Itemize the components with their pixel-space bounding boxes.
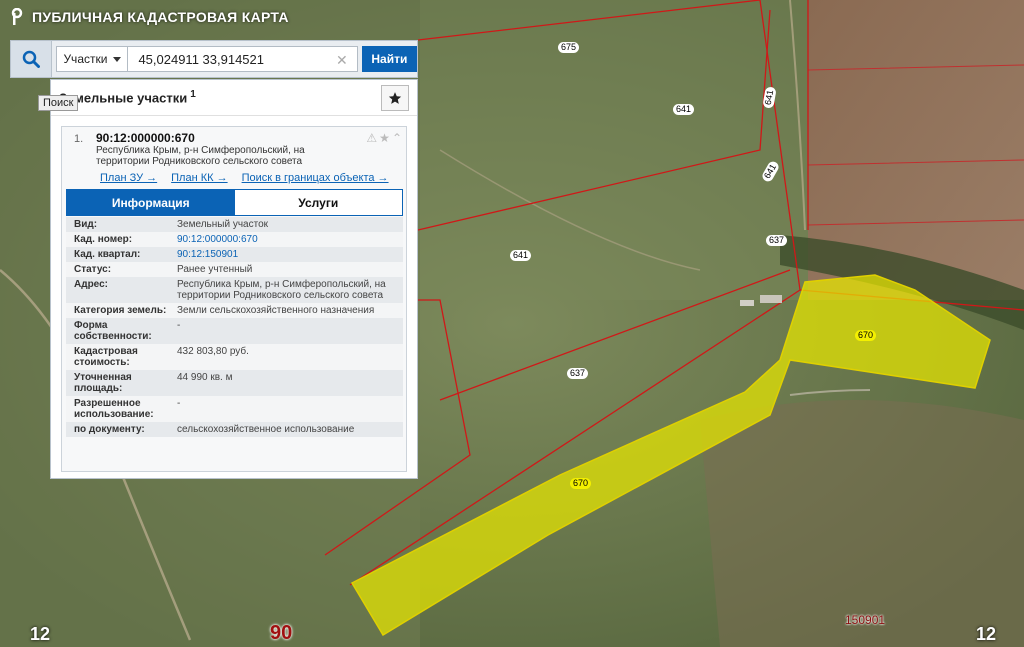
tab-info[interactable]: Информация (67, 190, 235, 215)
info-value: сельскохозяйственное использование (177, 424, 355, 435)
app-header: ПУБЛИЧНАЯ КАДАСТРОВАЯ КАРТА (10, 8, 289, 26)
chevron-up-icon[interactable]: ⌃ (392, 131, 402, 145)
plan-kk-link[interactable]: План КК → (171, 172, 227, 184)
search-type-value: Участки (63, 52, 108, 66)
result-cad-number[interactable]: 90:12:000000:670 (96, 131, 195, 145)
info-key: Статус: (74, 264, 112, 275)
info-value: - (177, 320, 181, 331)
search-panel: Участки ✕ Найти (10, 40, 418, 78)
info-key: по документу: (74, 424, 145, 435)
parcel-label: 670 (570, 478, 592, 489)
search-in-bounds-link[interactable]: Поиск в границах объекта → (242, 172, 389, 184)
info-key: Кад. квартал: (74, 249, 141, 260)
plan-zu-link[interactable]: План ЗУ → (100, 172, 157, 184)
parcel-label: 637 (567, 368, 589, 379)
cadastral-district-label: 12 (976, 624, 997, 644)
results-title: Земельные участки 1 (59, 89, 196, 106)
cad-number-link[interactable]: 90:12:000000:670 (177, 234, 403, 245)
parcel-label: 641 (673, 104, 695, 115)
card-tabs: Информация Услуги (66, 189, 403, 216)
info-row: Кадастровая стоимость: 432 803,80 руб. (66, 344, 403, 370)
info-row: Уточненная площадь: 44 990 кв. м (66, 370, 403, 396)
info-row: Статус: Ранее учтенный (66, 262, 403, 277)
info-key: Кад. номер: (74, 234, 133, 245)
info-key: Категория земель: (74, 305, 167, 316)
info-value: - (177, 398, 181, 409)
info-key: Кадастровая стоимость: (74, 346, 138, 368)
info-value: Земли сельскохозяйственного назначения (177, 305, 375, 316)
info-row: Кад. номер: 90:12:000000:670 (66, 232, 403, 247)
info-value: 44 990 кв. м (177, 372, 233, 383)
parcel-label: 641 (510, 250, 532, 261)
favorites-button[interactable] (381, 85, 409, 111)
info-value: Земельный участок (177, 219, 269, 230)
parcel-label: 675 (558, 42, 580, 53)
info-row: Кад. квартал: 90:12:150901 (66, 247, 403, 262)
star-icon (388, 92, 402, 104)
chevron-down-icon (113, 56, 122, 62)
parcel-label: 670 (855, 330, 877, 341)
info-row: Адрес: Республика Крым, р-н Симферопольск… (66, 277, 403, 303)
find-button[interactable]: Найти (361, 46, 417, 72)
info-row: Разрешенное использование: - (66, 396, 403, 422)
card-links: План ЗУ → План КК → Поиск в границах объ… (100, 172, 389, 184)
info-row: Форма собственности: - (66, 318, 403, 344)
info-key: Уточненная площадь: (74, 372, 132, 394)
results-count: 1 (190, 89, 196, 101)
card-actions: ⚠ ★ ⌃ (366, 131, 402, 145)
warning-icon[interactable]: ⚠ (366, 131, 377, 145)
info-row: Вид: Земельный участок (66, 217, 403, 232)
info-row: Категория земель: Земли сельскохозяйствен… (66, 303, 403, 318)
search-icon (22, 50, 41, 68)
clear-icon[interactable]: ✕ (336, 52, 348, 69)
info-value: Ранее учтенный (177, 264, 253, 275)
cadastral-district-label: 12 (30, 624, 51, 644)
tab-services[interactable]: Услуги (234, 190, 402, 215)
cad-quarter-link[interactable]: 90:12:150901 (177, 249, 403, 260)
result-address: Республика Крым, р-н Симферопольский, на… (96, 145, 305, 167)
results-header: Земельные участки 1 (51, 80, 417, 116)
info-key: Форма собственности: (74, 320, 152, 342)
info-row: по документу: сельскохозяйственное исполь… (66, 422, 403, 437)
parcel-label: 637 (766, 235, 788, 246)
search-toggle-button[interactable] (11, 41, 53, 77)
info-key: Разрешенное использование: (74, 398, 154, 420)
results-panel: Земельные участки 1 1. 90:12:000000:670 Р… (50, 79, 418, 479)
info-value: Республика Крым, р-н Симферопольский, на… (177, 279, 386, 301)
search-type-select[interactable]: Участки (56, 46, 129, 72)
search-bar: Участки ✕ Найти (10, 40, 418, 78)
search-input[interactable] (128, 46, 358, 72)
app-title: ПУБЛИЧНАЯ КАДАСТРОВАЯ КАРТА (32, 9, 289, 25)
star-icon[interactable]: ★ (379, 131, 390, 145)
logo-icon (11, 8, 23, 25)
info-value: 432 803,80 руб. (177, 346, 249, 357)
info-key: Адрес: (74, 279, 108, 290)
cadastral-region-label: 90 (270, 622, 293, 644)
result-card[interactable]: 1. 90:12:000000:670 Республика Крым, р-н… (61, 126, 407, 472)
result-index: 1. (74, 133, 84, 145)
cadastral-quarter-label: 150901 (845, 613, 886, 627)
info-key: Вид: (74, 219, 98, 230)
info-table: Вид: Земельный участок Кад. номер: 90:12:0… (66, 217, 403, 437)
search-tooltip: Поиск (38, 95, 79, 111)
